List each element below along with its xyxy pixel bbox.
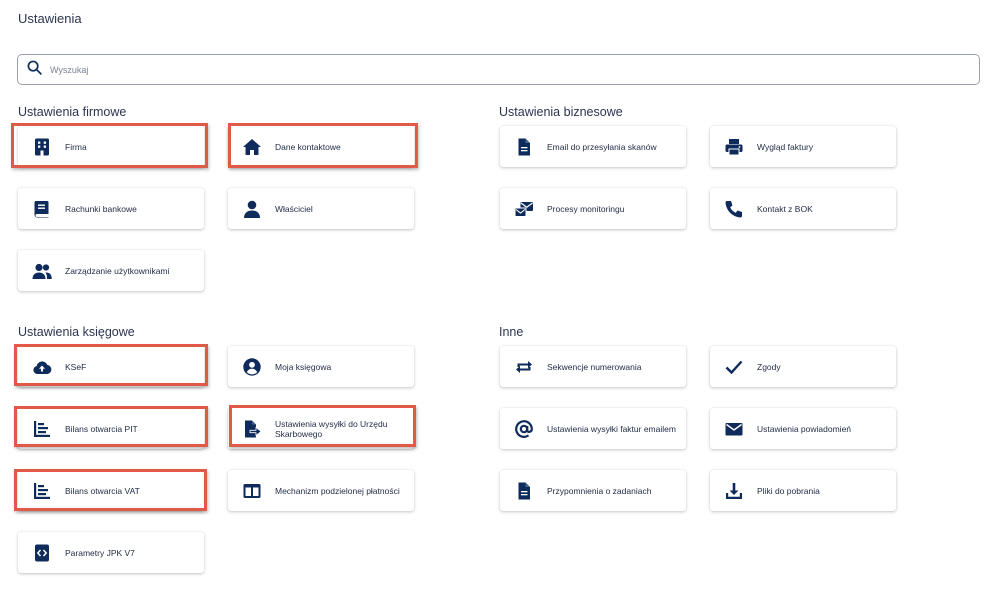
card-label: Moja księgowa — [275, 361, 332, 372]
card-zgody[interactable]: Zgody — [710, 346, 896, 387]
code-file-icon — [32, 543, 52, 563]
repeat-arrows-icon — [514, 357, 534, 377]
page-title: Ustawienia — [18, 11, 82, 26]
section-title-biznesowe: Ustawienia biznesowe — [499, 105, 623, 119]
card-wysylka-us[interactable]: Ustawienia wysyłki do Urzędu Skarbowego — [228, 408, 414, 449]
search-bar[interactable] — [17, 54, 980, 85]
card-przypomnienia[interactable]: Przypomnienia o zadaniach — [500, 470, 686, 511]
card-label: Ustawienia wysyłki faktur emailem — [547, 423, 676, 434]
card-label: Właściciel — [275, 203, 313, 214]
person-icon — [242, 199, 262, 219]
card-bilans-vat[interactable]: Bilans otwarcia VAT — [18, 470, 204, 511]
section-title-ksiegowe: Ustawienia księgowe — [18, 325, 135, 339]
card-wyglad-faktury[interactable]: Wygląd faktury — [710, 126, 896, 167]
card-wysylka-email[interactable]: Ustawienia wysyłki faktur emailem — [500, 408, 686, 449]
document-icon — [514, 481, 534, 501]
bank-book-icon — [32, 199, 52, 219]
card-parametry-jpk[interactable]: Parametry JPK V7 — [18, 532, 204, 573]
card-label: Wygląd faktury — [757, 141, 814, 152]
card-label: Sekwencje numerowania — [547, 361, 642, 372]
card-sekwencje[interactable]: Sekwencje numerowania — [500, 346, 686, 387]
card-label: Firma — [65, 141, 87, 152]
cloud-upload-icon — [32, 357, 52, 377]
card-label: Procesy monitoringu — [547, 203, 625, 214]
section-title-inne: Inne — [499, 325, 524, 339]
check-icon — [724, 357, 744, 377]
card-procesy-monitoringu[interactable]: Procesy monitoringu — [500, 188, 686, 229]
card-dane-kontaktowe[interactable]: Dane kontaktowe — [228, 126, 414, 167]
card-label: Mechanizm podzielonej płatności — [275, 485, 400, 496]
card-kontakt-bok[interactable]: Kontakt z BOK — [710, 188, 896, 229]
card-label: Pliki do pobrania — [757, 485, 820, 496]
at-sign-icon — [514, 419, 534, 439]
card-label: Kontakt z BOK — [757, 203, 813, 214]
card-ksef[interactable]: KSeF — [18, 346, 204, 387]
envelope-icon — [724, 419, 744, 439]
card-powiadomienia[interactable]: Ustawienia powiadomień — [710, 408, 896, 449]
document-icon — [514, 137, 534, 157]
search-input[interactable] — [48, 63, 952, 76]
card-label: Bilans otwarcia PIT — [65, 423, 138, 434]
download-icon — [724, 481, 744, 501]
card-pliki[interactable]: Pliki do pobrania — [710, 470, 896, 511]
card-label: Ustawienia wysyłki do Urzędu Skarbowego — [275, 418, 388, 439]
card-label: Email do przesyłania skanów — [547, 141, 657, 152]
card-bilans-pit[interactable]: Bilans otwarcia PIT — [18, 408, 204, 449]
card-label: Parametry JPK V7 — [65, 547, 135, 558]
card-label: Dane kontaktowe — [275, 141, 341, 152]
card-email-skanow[interactable]: Email do przesyłania skanów — [500, 126, 686, 167]
card-zarzadzanie-uzytkownikami[interactable]: Zarządzanie użytkownikami — [18, 250, 204, 291]
people-icon — [32, 261, 52, 281]
account-circle-icon — [242, 357, 262, 377]
card-label: Zgody — [757, 361, 781, 372]
card-label: Ustawienia powiadomień — [757, 423, 852, 434]
card-label: KSeF — [65, 361, 87, 372]
search-icon — [27, 60, 42, 80]
card-rachunki-bankowe[interactable]: Rachunki bankowe — [18, 188, 204, 229]
phone-icon — [724, 199, 744, 219]
card-moja-ksiegowa[interactable]: Moja księgowa — [228, 346, 414, 387]
card-wlasciciel[interactable]: Właściciel — [228, 188, 414, 229]
card-label: Przypomnienia o zadaniach — [547, 485, 652, 496]
card-label: Rachunki bankowe — [65, 203, 137, 214]
file-send-icon — [242, 419, 262, 439]
chart-bars-icon — [32, 419, 52, 439]
mail-monitor-icon — [514, 199, 534, 219]
card-firma[interactable]: Firma — [18, 126, 204, 167]
building-icon — [32, 137, 52, 157]
card-mechanizm-platnosci[interactable]: Mechanizm podzielonej płatności — [228, 470, 414, 511]
chart-bars-icon — [32, 481, 52, 501]
home-icon — [242, 137, 262, 157]
section-title-firmowe: Ustawienia firmowe — [18, 105, 127, 119]
printer-icon — [724, 137, 744, 157]
card-label: Bilans otwarcia VAT — [65, 485, 140, 496]
split-columns-icon — [242, 481, 262, 501]
card-label: Zarządzanie użytkownikami — [65, 265, 170, 276]
